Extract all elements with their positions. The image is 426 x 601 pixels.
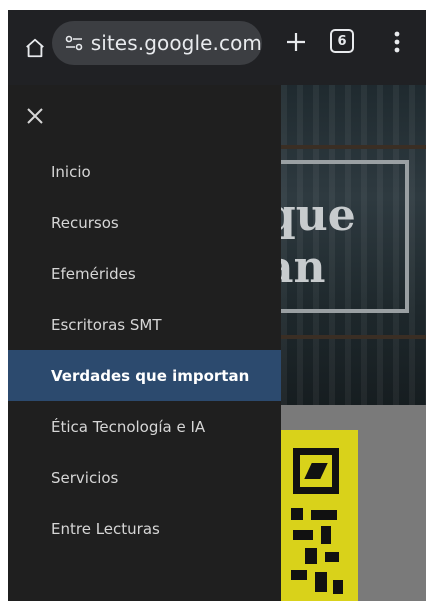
nav-item-entre-lecturas[interactable]: Entre Lecturas (8, 503, 281, 554)
more-vert-icon (394, 31, 400, 53)
qr-module (305, 548, 317, 564)
nav-item-label: Verdades que importan (51, 366, 250, 385)
new-tab-button[interactable] (278, 24, 314, 60)
nav-item-inicio[interactable]: Inicio (8, 146, 281, 197)
qr-module (291, 570, 307, 580)
qr-code-image (281, 430, 358, 601)
qr-module (293, 530, 313, 540)
url-text: sites.google.com (90, 31, 262, 55)
navigation-drawer: Inicio Recursos Efemérides Escritoras SM… (8, 85, 281, 601)
close-icon (27, 108, 43, 124)
qr-module (325, 552, 339, 562)
plus-icon (287, 33, 305, 51)
qr-module (315, 572, 327, 592)
close-drawer-button[interactable] (22, 103, 48, 129)
nav-item-verdades-que-importan[interactable]: Verdades que importan (8, 350, 281, 401)
nav-item-label: Recursos (51, 213, 119, 232)
tab-count: 6 (337, 33, 347, 49)
qr-module (311, 510, 337, 520)
browser-menu-button[interactable] (386, 24, 408, 60)
qr-finder-pattern (293, 448, 339, 494)
nav-item-efemerides[interactable]: Efemérides (8, 248, 281, 299)
site-settings-icon[interactable] (62, 35, 87, 51)
nav-item-escritoras-smt[interactable]: Escritoras SMT (8, 299, 281, 350)
nav-item-label: Inicio (51, 162, 91, 181)
shelf-decoration (281, 145, 426, 149)
shelf-decoration (281, 335, 426, 339)
address-bar[interactable]: sites.google.com (52, 21, 262, 65)
home-icon (26, 38, 44, 57)
hero-banner: que an (281, 85, 426, 405)
nav-item-etica-tecnologia-ia[interactable]: Ética Tecnología e IA (8, 401, 281, 452)
nav-item-label: Ética Tecnología e IA (51, 417, 206, 436)
nav-item-label: Entre Lecturas (51, 519, 160, 538)
nav-item-recursos[interactable]: Recursos (8, 197, 281, 248)
tab-switcher-button[interactable]: 6 (330, 29, 354, 53)
home-button[interactable] (20, 33, 50, 63)
nav-item-servicios[interactable]: Servicios (8, 452, 281, 503)
qr-module (291, 508, 303, 520)
qr-module (333, 580, 343, 594)
qr-module (321, 526, 331, 544)
nav-item-label: Efemérides (51, 264, 136, 283)
nav-item-label: Escritoras SMT (51, 315, 162, 334)
hero-title: que an (281, 190, 356, 293)
nav-item-label: Servicios (51, 468, 119, 487)
